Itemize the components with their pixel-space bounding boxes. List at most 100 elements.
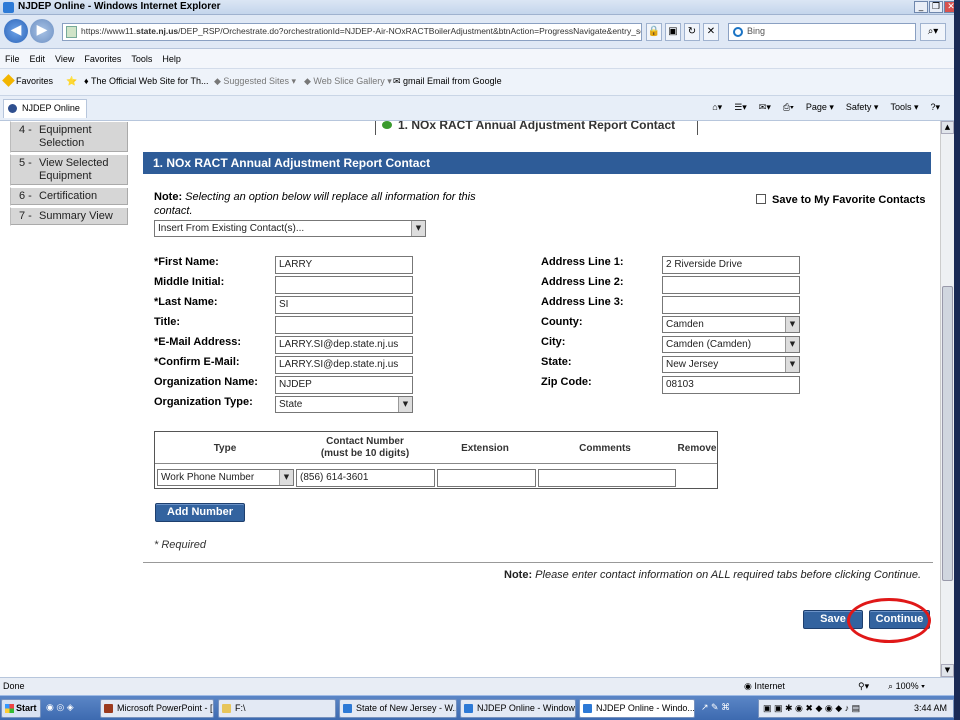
menu-edit[interactable]: Edit (30, 54, 46, 64)
menu-help[interactable]: Help (162, 54, 181, 64)
comments-input[interactable] (538, 469, 676, 487)
existing-contact-select[interactable]: Insert From Existing Contact(s)... ▼ (154, 220, 426, 237)
city-select[interactable]: Camden (Camden) ▼ (662, 336, 800, 353)
menu-favorites[interactable]: Favorites (84, 54, 121, 64)
tray-extra-icons[interactable]: ↗ ✎ ⌘ (701, 702, 730, 713)
step-navigation: 4 - Equipment Selection 5 - View Selected … (10, 121, 129, 227)
window-controls: _ ❐ ✕ (914, 1, 958, 13)
scroll-down-icon[interactable]: ▼ (941, 664, 954, 677)
column-remove: Remove (677, 443, 717, 454)
title-input[interactable] (275, 316, 413, 334)
address-line-2-label: Address Line 2: (541, 276, 624, 288)
url-input[interactable]: https://www11.state.nj.us/DEP_RSP/Orches… (62, 23, 642, 41)
back-icon[interactable]: ◀ (4, 19, 28, 43)
lock-icon[interactable]: 🔒 (646, 23, 662, 41)
chevron-down-icon: ▼ (785, 317, 799, 332)
command-bar: NJDEP Online ⌂▾ ☰▾ ✉▾ ⎙▾ Page ▾ Safety ▾… (0, 96, 960, 121)
required-note: * Required (154, 539, 206, 551)
compatibility-icon[interactable]: ▣ (665, 23, 681, 41)
restore-icon[interactable]: ❐ (929, 1, 943, 13)
tools-menu[interactable]: Tools ▾ (890, 102, 918, 113)
vertical-scrollbar[interactable]: ▲ ▼ (940, 121, 954, 677)
address-bar: ◀ ▶ https://www11.state.nj.us/DEP_RSP/Or… (0, 15, 960, 49)
window-title: NJDEP Online - Windows Internet Explorer (18, 1, 221, 12)
phone-type-select[interactable]: Work Phone Number ▼ (157, 469, 294, 486)
forward-icon[interactable]: ▶ (30, 19, 54, 43)
menu-view[interactable]: View (55, 54, 74, 64)
safety-menu[interactable]: Safety ▾ (846, 102, 879, 113)
favorite-web-slice-gallery[interactable]: ◆ Web Slice Gallery ▾ (304, 76, 392, 87)
save-favorite-checkbox[interactable]: Save to My Favorite Contacts (756, 194, 925, 206)
organization-name-label: Organization Name: (154, 376, 258, 388)
command-buttons: ⌂▾ ☰▾ ✉▾ ⎙▾ Page ▾ Safety ▾ Tools ▾ ?▾ (712, 102, 940, 113)
favorite-gmail[interactable]: ✉ gmail Email from Google (393, 76, 502, 87)
stop-icon[interactable]: ✕ (703, 23, 719, 41)
menu-tools[interactable]: Tools (131, 54, 152, 64)
home-icon[interactable]: ⌂▾ (712, 102, 722, 113)
njdep-favicon (8, 104, 17, 113)
feeds-icon[interactable]: ☰▾ (734, 102, 747, 113)
step-certification[interactable]: 6 - Certification (10, 187, 129, 206)
print-icon[interactable]: ⎙▾ (783, 102, 794, 113)
contact-numbers-table: Type Contact Number (must be 10 digits) … (154, 431, 718, 489)
taskbar-explorer[interactable]: F:\ (218, 699, 336, 718)
favorite-official-site[interactable]: ♦ The Official Web Site for Th... (84, 76, 209, 86)
scroll-up-icon[interactable]: ▲ (941, 121, 954, 134)
address-line-3-input[interactable] (662, 296, 800, 314)
organization-type-select[interactable]: State ▼ (275, 396, 413, 413)
active-tab-header[interactable]: 1. NOx RACT Annual Adjustment Report Con… (375, 121, 698, 135)
ie-icon (583, 704, 592, 713)
taskbar-njdep-2[interactable]: NJDEP Online - Windo... (579, 699, 695, 718)
step-view-selected-equipment[interactable]: 5 - View Selected Equipment (10, 154, 129, 186)
folder-icon (222, 704, 231, 713)
zone-indicator: ◉ Internet (744, 681, 785, 691)
first-name-input[interactable]: LARRY (275, 256, 413, 274)
favorite-suggested-sites[interactable]: ◆ Suggested Sites ▾ (214, 76, 296, 87)
extension-input[interactable] (437, 469, 536, 487)
city-label: City: (541, 336, 566, 348)
taskbar-powerpoint[interactable]: Microsoft PowerPoint - [... (100, 699, 214, 718)
chevron-down-icon: ▼ (411, 221, 425, 236)
contact-note: Note: Selecting an option below will rep… (154, 191, 476, 217)
search-input[interactable]: Bing (728, 23, 916, 41)
tray-icons[interactable]: ▣ ▣ ✱ ◉ ✖ ◆ ◉ ◆ ♪ ▤ (763, 703, 860, 714)
taskbar: Start ◉ ◎ ◈ Microsoft PowerPoint - [... … (0, 695, 954, 720)
county-select[interactable]: Camden ▼ (662, 316, 800, 333)
ie-icon (3, 2, 14, 13)
system-tray: ▣ ▣ ✱ ◉ ✖ ◆ ◉ ◆ ♪ ▤ 3:44 AM (758, 699, 954, 718)
taskbar-njdep-1[interactable]: NJDEP Online - Windows... (460, 699, 576, 718)
mail-icon[interactable]: ✉▾ (759, 102, 771, 113)
protected-mode-icon[interactable]: ⚲▾ (858, 681, 869, 692)
state-select[interactable]: New Jersey ▼ (662, 356, 800, 373)
contact-number-input[interactable]: (856) 614-3601 (296, 469, 435, 487)
middle-initial-input[interactable] (275, 276, 413, 294)
chevron-down-icon: ▼ (398, 397, 412, 412)
zoom-level[interactable]: ⌕ 100% ▾ (888, 681, 925, 692)
search-icon[interactable]: ⌕▾ (920, 23, 946, 41)
taskbar-state-nj[interactable]: State of New Jersey - W... (339, 699, 457, 718)
scroll-thumb[interactable] (942, 286, 953, 581)
step-summary-view[interactable]: 7 - Summary View (10, 207, 129, 226)
menu-file[interactable]: File (5, 54, 20, 64)
last-name-input[interactable]: SI (275, 296, 413, 314)
step-equipment-selection[interactable]: 4 - Equipment Selection (10, 121, 129, 153)
zip-code-input[interactable]: 08103 (662, 376, 800, 394)
organization-name-input[interactable]: NJDEP (275, 376, 413, 394)
checkbox-icon (756, 194, 766, 204)
page-menu[interactable]: Page ▾ (806, 102, 834, 113)
add-favorite-icon[interactable]: ⭐ (66, 76, 77, 87)
address-line-2-input[interactable] (662, 276, 800, 294)
help-icon[interactable]: ?▾ (930, 102, 940, 113)
chevron-down-icon: ▼ (785, 337, 799, 352)
favorites-button[interactable]: Favorites (2, 74, 53, 87)
add-number-button[interactable]: Add Number (155, 503, 245, 522)
browser-tab[interactable]: NJDEP Online (3, 99, 87, 118)
window-titlebar: NJDEP Online - Windows Internet Explorer… (0, 0, 960, 15)
email-input[interactable]: LARRY.SI@dep.state.nj.us (275, 336, 413, 354)
minimize-icon[interactable]: _ (914, 1, 928, 13)
quicklaunch-icons[interactable]: ◉ ◎ ◈ (46, 702, 74, 713)
confirm-email-input[interactable]: LARRY.SI@dep.state.nj.us (275, 356, 413, 374)
refresh-icon[interactable]: ↻ (684, 23, 700, 41)
start-button[interactable]: Start (1, 699, 41, 718)
address-line-1-input[interactable]: 2 Riverside Drive (662, 256, 800, 274)
